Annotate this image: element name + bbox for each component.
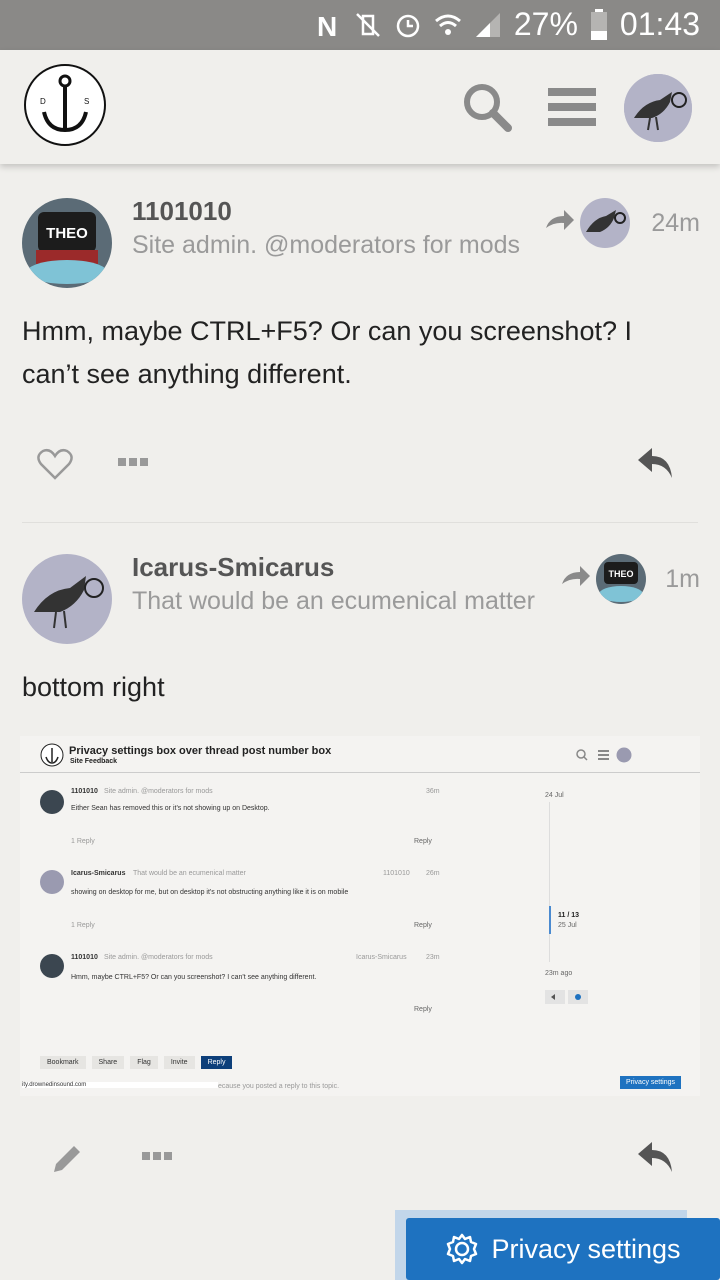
svg-text:THEO: THEO	[46, 225, 88, 242]
shot-post-age: 36m	[426, 788, 440, 795]
shot-post-user: 1101010	[71, 788, 98, 795]
shot-reply-button: Reply	[200, 1056, 233, 1069]
shot-url: ity.drownedinsound.com	[22, 1082, 218, 1088]
post-body: bottom right	[22, 672, 165, 702]
vibrate-mute-icon	[355, 12, 380, 37]
poster-username[interactable]: Icarus-Smicarus	[132, 552, 334, 583]
battery-percent: 27%	[513, 6, 578, 42]
search-icon[interactable]	[460, 80, 514, 134]
reply-to-avatar: THEO	[596, 554, 646, 604]
user-avatar[interactable]	[624, 74, 692, 142]
shot-post-replyto: Icarus-Smicarus	[356, 954, 407, 961]
more-options-icon[interactable]	[142, 1151, 172, 1161]
like-heart-icon[interactable]	[37, 448, 73, 480]
crow-avatar-icon	[624, 74, 692, 142]
shot-post-reply: Reply	[414, 922, 432, 929]
clock: 01:43	[619, 6, 700, 42]
gear-icon	[447, 1233, 478, 1265]
poster-title: That would be an ecumenical matter	[132, 587, 535, 615]
shot-post-replyto: 1101010	[383, 870, 410, 877]
shot-avatar	[40, 954, 64, 978]
svg-text:THEO: THEO	[608, 569, 633, 579]
edit-pencil-icon[interactable]	[50, 1142, 84, 1176]
shot-post-reply: Reply	[414, 1006, 432, 1013]
shot-post-replies: 1 Reply	[71, 838, 95, 845]
shot-post-title: Site admin. @moderators for mods	[104, 788, 213, 795]
post-age[interactable]: 24m	[651, 209, 700, 238]
reply-to-link[interactable]: THEO	[560, 554, 646, 604]
shot-timeline-date: 25 Jul	[558, 922, 577, 929]
shot-post-age: 26m	[426, 870, 440, 877]
shot-invite-button: Invite	[163, 1056, 195, 1069]
shot-header-icons	[576, 747, 632, 763]
poster-avatar[interactable]	[22, 554, 112, 644]
site-logo[interactable]: D S	[24, 64, 106, 146]
poster-title: Site admin. @moderators for mods	[132, 231, 521, 259]
anchor-logo-icon	[40, 743, 64, 767]
shot-post-replies: 1 Reply	[71, 922, 95, 929]
shot-timeline-handle	[549, 906, 551, 934]
shot-post-title: Site admin. @moderators for mods	[104, 954, 213, 961]
shot-timeline-controls	[545, 990, 588, 1004]
shot-post-title: That would be an ecumenical matter	[133, 870, 246, 877]
post-age[interactable]: 1m	[665, 565, 700, 594]
reply-to-avatar	[580, 198, 630, 248]
reply-to-link[interactable]	[544, 198, 630, 248]
shot-category: Site Feedback	[70, 758, 118, 765]
shot-avatar	[40, 790, 64, 814]
embedded-screenshot[interactable]: Privacy settings box over thread post nu…	[20, 736, 700, 1096]
nfc-icon: N	[317, 11, 337, 39]
anchor-icon: D S	[40, 74, 89, 133]
reply-icon[interactable]	[636, 446, 674, 478]
wifi-icon	[434, 14, 461, 35]
alarm-icon	[396, 14, 420, 37]
privacy-settings-button[interactable]: Privacy settings	[406, 1218, 720, 1280]
shot-footer-buttons: Bookmark Share Flag Invite Reply	[40, 1056, 233, 1069]
shot-avatar	[40, 870, 64, 894]
reply-arrow-icon	[562, 566, 590, 586]
shot-privacy-button: Privacy settings	[620, 1076, 682, 1089]
status-bar: N 27% 01:43	[0, 0, 720, 50]
hamburger-menu-icon[interactable]	[548, 86, 596, 128]
post-body: Hmm, maybe CTRL+F5? Or can you screensho…	[22, 316, 632, 389]
shot-post-age: 23m	[426, 954, 440, 961]
svg-text:S: S	[84, 97, 89, 106]
shot-post-user: 1101010	[71, 954, 98, 961]
shot-timeline-track	[549, 802, 550, 962]
svg-text:N: N	[317, 11, 337, 39]
shot-header-divider	[20, 772, 700, 773]
shot-post-user: Icarus-Smicarus	[71, 870, 126, 877]
shot-post-text: showing on desktop for me, but on deskto…	[71, 889, 349, 896]
battery-icon	[590, 8, 607, 40]
reply-arrow-icon	[546, 210, 574, 230]
shot-post-text: Either Sean has removed this or it's not…	[71, 805, 270, 812]
shot-timeline-end: 23m ago	[545, 970, 573, 977]
privacy-settings-label: Privacy settings	[491, 1233, 681, 1264]
shot-topic-title: Privacy settings box over thread post nu…	[69, 745, 332, 757]
poster-avatar[interactable]: THEO	[22, 198, 112, 288]
shot-share-button: Share	[91, 1056, 125, 1069]
post-divider	[22, 522, 698, 523]
more-options-icon[interactable]	[118, 457, 148, 467]
svg-text:D: D	[40, 97, 46, 106]
signal-icon	[475, 12, 500, 37]
shot-bookmark-button: Bookmark	[40, 1056, 86, 1069]
shot-timeline-start: 24 Jul	[545, 792, 564, 799]
poster-username[interactable]: 1101010	[132, 196, 232, 227]
shot-notice: ecause you posted a reply to this topic.	[218, 1083, 340, 1090]
shot-post-text: Hmm, maybe CTRL+F5? Or can you screensho…	[71, 974, 317, 981]
theo-avatar-image: THEO	[22, 198, 112, 288]
shot-post-reply: Reply	[414, 838, 432, 845]
site-header: D S	[0, 50, 720, 164]
shot-timeline-position: 11 / 13	[558, 912, 580, 919]
reply-icon[interactable]	[636, 1140, 674, 1172]
crow-avatar-image	[22, 554, 112, 644]
shot-flag-button: Flag	[130, 1056, 158, 1069]
